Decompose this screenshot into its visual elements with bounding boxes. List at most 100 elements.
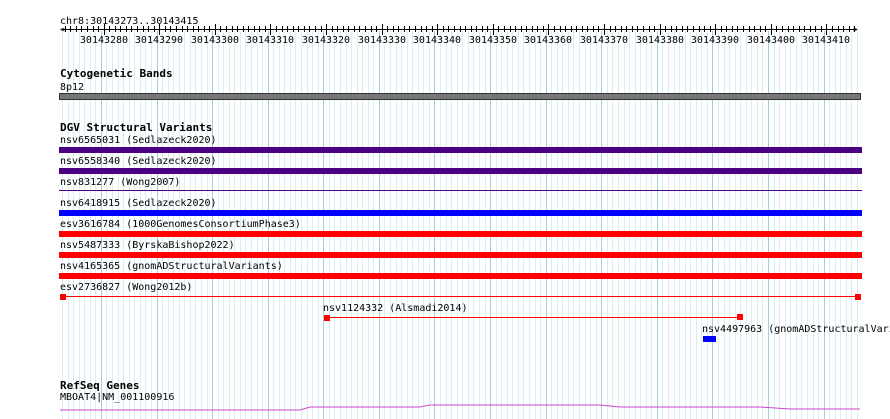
ruler-tick-label: 30143390 [690,35,740,46]
ruler-minor-tick [237,26,238,32]
ruler-minor-tick [426,26,427,32]
ruler-minor-tick [309,26,310,32]
ruler-minor-tick [170,26,171,32]
ruler-minor-tick [760,26,761,32]
ruler-minor-tick [737,26,738,32]
ruler-minor-tick [560,26,561,32]
ruler-minor-tick [610,26,611,32]
ruler-minor-tick [699,26,700,32]
dgv-end-nsv1124332-left [324,315,330,321]
ruler-minor-tick [576,26,577,32]
ruler-minor-tick [376,26,377,32]
ruler-minor-tick [782,26,783,32]
ruler-minor-tick [120,26,121,32]
dgv-bar-nsv6558340[interactable] [59,168,862,174]
ruler-tick-label: 30143300 [190,35,240,46]
ruler-minor-tick [259,26,260,32]
ruler-minor-tick [565,26,566,32]
ruler-minor-tick [587,26,588,32]
dgv-label-nsv4165365: nsv4165365 (gnomADStructuralVariants) [60,261,283,272]
ruler-minor-tick [348,26,349,32]
ruler-minor-tick [821,26,822,32]
ruler-minor-tick [649,26,650,32]
dgv-bar-esv2736827[interactable] [62,296,858,297]
ruler-minor-tick [131,26,132,32]
dgv-label-esv2736827: esv2736827 (Wong2012b) [60,282,193,293]
ruler-tick-label: 30143340 [412,35,462,46]
ruler-minor-tick [521,26,522,32]
dgv-end-esv2736827-left [60,294,66,300]
ruler-minor-tick [393,26,394,32]
ruler-minor-tick [793,26,794,32]
ruler-minor-tick [365,26,366,32]
ruler-minor-tick [143,26,144,32]
track-title-refseq-genes: RefSeq Genes [60,379,140,392]
ruler-minor-tick [343,26,344,32]
ruler-minor-tick [398,26,399,32]
track-title-cytogenetic-bands: Cytogenetic Bands [60,67,173,80]
ruler-minor-tick [554,26,555,32]
ruler-minor-tick [498,26,499,32]
ruler-minor-tick [532,26,533,32]
ruler-minor-tick [682,26,683,32]
ruler-minor-tick [276,26,277,32]
ruler-minor-tick [148,26,149,32]
ruler-minor-tick [215,24,216,35]
dgv-bar-esv3616784[interactable] [59,231,862,237]
dgv-bar-nsv831277[interactable] [59,190,862,191]
ruler-minor-tick [582,26,583,32]
ruler-minor-tick [526,26,527,32]
ruler-minor-tick [637,26,638,32]
ruler-minor-tick [510,26,511,32]
ruler-minor-tick [298,26,299,32]
ruler-minor-tick [615,26,616,32]
ruler-minor-tick [715,24,716,35]
dgv-bar-nsv6418915[interactable] [59,210,862,216]
ruler-minor-tick [304,26,305,32]
ruler-minor-tick [204,26,205,32]
ruler-minor-tick [804,26,805,32]
ruler-minor-tick [776,26,777,32]
ruler-minor-tick [788,26,789,32]
dgv-label-nsv831277: nsv831277 (Wong2007) [60,177,181,188]
ruler-minor-tick [515,26,516,32]
refseq-gene-model[interactable] [0,400,890,414]
ruler-minor-tick [371,26,372,32]
ruler-minor-tick [710,26,711,32]
ruler-minor-tick [321,26,322,32]
ruler-minor-tick [671,26,672,32]
ruler-minor-tick [471,26,472,32]
dgv-bar-nsv4497963[interactable] [703,336,716,342]
ruler-minor-tick [826,24,827,35]
ruler-minor-tick [654,26,655,32]
ruler-tick-label: 30143400 [746,35,796,46]
ruler-minor-tick [382,24,383,35]
ruler-minor-tick [537,26,538,32]
ruler-minor-tick [604,24,605,35]
ruler-minor-tick [643,26,644,32]
ruler-minor-tick [765,26,766,32]
ruler-minor-tick [732,26,733,32]
ruler-tick-label: 30143410 [801,35,851,46]
ruler-minor-tick [293,26,294,32]
ruler-minor-tick [70,26,71,32]
ruler-minor-tick [493,24,494,35]
ruler-minor-tick [810,26,811,32]
dgv-bar-nsv4165365[interactable] [59,273,862,279]
dgv-bar-nsv5487333[interactable] [59,252,862,258]
ruler-minor-tick [270,24,271,35]
cyto-band-bar[interactable] [59,93,861,100]
ruler-minor-tick [387,26,388,32]
ruler-tick-label: 30143310 [245,35,295,46]
dgv-label-nsv6418915: nsv6418915 (Sedlazeck2020) [60,198,217,209]
ruler-tick-label: 30143290 [134,35,184,46]
dgv-bar-nsv6565031[interactable] [59,147,862,153]
ruler-minor-tick [443,26,444,32]
ruler-minor-tick [87,26,88,32]
ruler-minor-tick [182,26,183,32]
dgv-bar-nsv1124332[interactable] [327,317,741,318]
ruler-minor-tick [487,26,488,32]
dgv-label-esv3616784: esv3616784 (1000GenomesConsortiumPhase3) [60,219,301,230]
ruler-minor-tick [226,26,227,32]
ruler-minor-tick [404,26,405,32]
